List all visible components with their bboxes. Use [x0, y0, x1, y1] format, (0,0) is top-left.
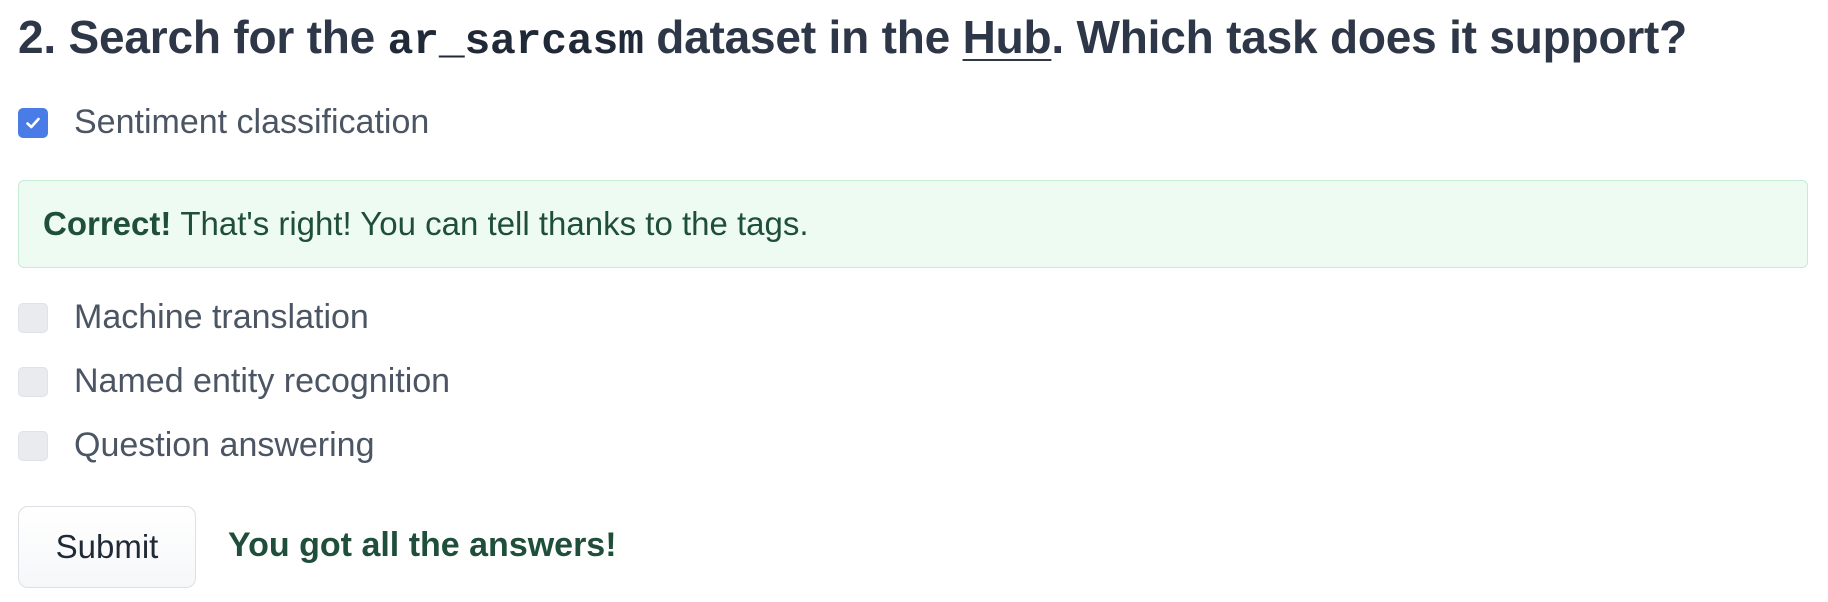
checkbox-checked[interactable] — [18, 107, 48, 138]
question-title: 2. Search for the ar_sarcasm dataset in … — [18, 10, 1687, 66]
hub-link[interactable]: Hub — [963, 11, 1052, 63]
feedback-status: Correct! — [43, 205, 172, 242]
checkbox-unchecked[interactable] — [18, 302, 48, 333]
option-machine-translation[interactable]: Machine translation — [18, 298, 369, 337]
option-label: Sentiment classification — [74, 103, 430, 141]
result-message: You got all the answers! — [228, 526, 617, 564]
feedback-message: That's right! You can tell thanks to the… — [180, 205, 809, 242]
option-label: Question answering — [74, 426, 375, 464]
question-middle: dataset in the — [643, 11, 963, 63]
option-question-answering[interactable]: Question answering — [18, 426, 375, 465]
feedback-correct-box: Correct! That's right! You can tell than… — [18, 180, 1808, 268]
check-icon — [26, 117, 40, 128]
submit-button[interactable]: Submit — [18, 506, 196, 588]
question-prefix: 2. Search for the — [18, 11, 388, 63]
checkbox-unchecked[interactable] — [18, 366, 48, 397]
question-suffix: . Which task does it support? — [1051, 11, 1688, 63]
option-label: Machine translation — [74, 298, 369, 336]
option-label: Named entity recognition — [74, 362, 451, 400]
checkbox-unchecked[interactable] — [18, 430, 48, 461]
dataset-code: ar_sarcasm — [387, 17, 644, 66]
option-named-entity-recognition[interactable]: Named entity recognition — [18, 362, 450, 401]
option-sentiment-classification[interactable]: Sentiment classification — [18, 103, 429, 142]
